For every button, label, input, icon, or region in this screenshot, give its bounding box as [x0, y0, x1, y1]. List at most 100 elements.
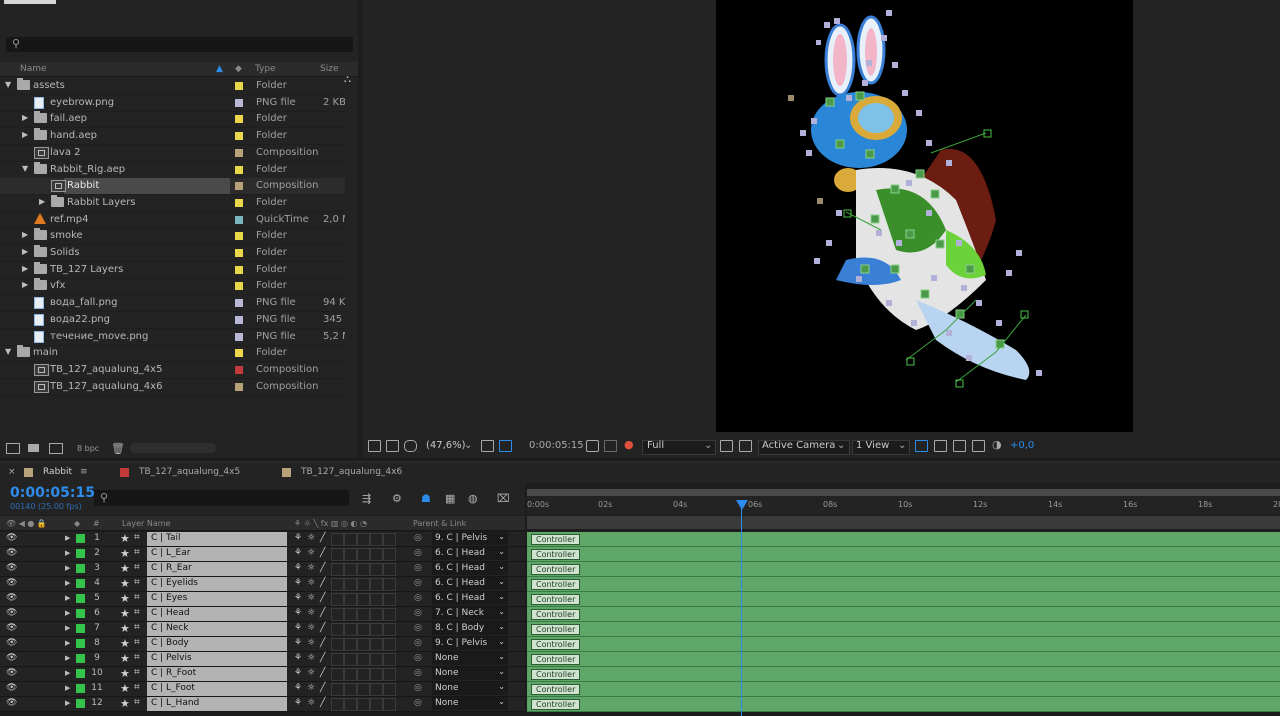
frame-blend-switch[interactable]	[344, 593, 357, 606]
pickwhip-icon[interactable]: ◎	[414, 578, 422, 588]
quality-switch-icon[interactable]: ╱	[320, 683, 325, 693]
motion-blur-switch[interactable]	[357, 533, 370, 546]
layer-row[interactable]: 👁 ▶ 5 ★ ⌗ C | Eyes ⚘ ☼ ╱ ◎ 6. C | Head ⌄	[0, 592, 525, 607]
3d-layer-switch[interactable]	[383, 683, 396, 696]
project-search-input[interactable]: ⚲	[6, 37, 353, 52]
shy-switch-icon[interactable]: ⚘	[294, 623, 302, 633]
layer-row[interactable]: 👁 ▶ 3 ★ ⌗ C | R_Ear ⚘ ☼ ╱ ◎ 6. C | Head ⌄	[0, 562, 525, 577]
label-swatch[interactable]	[76, 684, 85, 693]
label-swatch[interactable]	[76, 609, 85, 618]
label-swatch[interactable]	[235, 148, 243, 157]
timeline-link-icon[interactable]	[953, 440, 966, 452]
pickwhip-icon[interactable]: ◎	[414, 653, 422, 663]
frame-blend-switch[interactable]	[344, 698, 357, 711]
layer-duration-bar[interactable]: Controller	[527, 547, 1280, 562]
expand-right-icon[interactable]: ▶	[39, 197, 47, 206]
collapse-switch-icon[interactable]: ☼	[307, 668, 315, 678]
expand-right-icon[interactable]: ▶	[22, 264, 30, 273]
frame-blend-switch[interactable]	[344, 548, 357, 561]
quality-switch-icon[interactable]: ╱	[320, 548, 325, 558]
adjustment-switch[interactable]	[370, 593, 383, 606]
layer-duration-bar[interactable]: Controller	[527, 562, 1280, 577]
quality-switch-icon[interactable]: ╱	[320, 698, 325, 708]
layer-row[interactable]: 👁 ▶ 8 ★ ⌗ C | Body ⚘ ☼ ╱ ◎ 9. C | Pelvis ⌄	[0, 637, 525, 652]
collapse-switch-icon[interactable]: ☼	[307, 578, 315, 588]
label-swatch[interactable]	[76, 669, 85, 678]
expand-right-icon[interactable]: ▶	[65, 699, 70, 707]
3d-layer-switch[interactable]	[383, 638, 396, 651]
region-of-interest-icon[interactable]	[499, 440, 512, 452]
parent-select[interactable]: 7. C | Neck ⌄	[432, 607, 508, 620]
project-item[interactable]: ▶ smoke Folder	[0, 228, 345, 246]
expand-right-icon[interactable]: ▶	[22, 248, 30, 256]
layer-duration-bar[interactable]: Controller	[527, 667, 1280, 682]
frame-blend-switch[interactable]	[344, 608, 357, 621]
fx-switch[interactable]	[331, 563, 344, 576]
layer-duration-bar[interactable]: Controller	[527, 532, 1280, 547]
layer-name-field[interactable]: C | Tail	[147, 532, 287, 546]
current-time-indicator-handle[interactable]	[736, 500, 748, 510]
expand-right-icon[interactable]: ▶	[65, 534, 70, 542]
expand-right-icon[interactable]: ▶	[22, 281, 30, 289]
expand-right-icon[interactable]: ▶	[65, 579, 70, 587]
visibility-eye-icon[interactable]: 👁	[6, 624, 17, 633]
3d-layer-switch[interactable]	[383, 623, 396, 636]
project-item[interactable]: ▼ assets Folder	[0, 78, 345, 95]
motion-blur-switch[interactable]	[357, 608, 370, 621]
fx-switch[interactable]	[331, 698, 344, 711]
frame-blending-icon[interactable]: ▦	[445, 492, 455, 505]
project-item[interactable]: вода_fall.png PNG file 94 K	[0, 295, 345, 313]
parent-select[interactable]: 9. C | Pelvis ⌄	[432, 532, 508, 545]
shy-switch-icon[interactable]: ⚘	[294, 578, 302, 588]
frame-blend-switch[interactable]	[344, 563, 357, 576]
visibility-eye-icon[interactable]: 👁	[6, 684, 17, 693]
layer-name-field[interactable]: C | L_Foot	[147, 682, 287, 696]
3d-layer-switch[interactable]	[383, 698, 396, 711]
tab-rabbit[interactable]: Rabbit	[43, 467, 72, 477]
pickwhip-icon[interactable]: ◎	[414, 623, 422, 633]
layer-name-field[interactable]: C | Neck	[147, 622, 287, 636]
draft-3d-icon[interactable]: ⚙	[392, 492, 402, 505]
expand-right-icon[interactable]: ▶	[65, 564, 70, 572]
layer-search-input[interactable]: ⚲	[94, 490, 349, 506]
motion-blur-switch[interactable]	[357, 593, 370, 606]
column-layer-name[interactable]: Layer Name	[122, 519, 170, 528]
parent-select[interactable]: None ⌄	[432, 667, 508, 680]
label-swatch[interactable]	[235, 198, 243, 207]
project-item[interactable]: ▶ fail.aep Folder	[0, 111, 345, 129]
project-item[interactable]: TB_127_aqualung_4x5 Composition	[0, 362, 345, 379]
expand-right-icon[interactable]: ▶	[65, 684, 70, 692]
shy-switch-icon[interactable]: ⚘	[294, 533, 302, 543]
layer-duration-bar[interactable]: Controller	[527, 607, 1280, 622]
motion-blur-switch[interactable]	[357, 623, 370, 636]
show-snapshot-icon[interactable]	[604, 440, 617, 452]
3d-layer-switch[interactable]	[383, 578, 396, 591]
label-swatch[interactable]	[235, 382, 243, 391]
current-time-display[interactable]: 0:00:05:15	[10, 485, 95, 501]
comp-mini-flowchart-icon[interactable]: ⇶	[362, 492, 371, 505]
pickwhip-icon[interactable]: ◎	[414, 608, 422, 618]
label-swatch[interactable]	[235, 215, 243, 224]
visibility-eye-icon[interactable]: 👁	[6, 564, 17, 573]
shy-switch-icon[interactable]: ⚘	[294, 563, 302, 573]
adjustment-switch[interactable]	[370, 698, 383, 711]
fx-switch[interactable]	[331, 638, 344, 651]
visibility-eye-icon[interactable]: 👁	[6, 669, 17, 678]
visibility-eye-icon[interactable]: 👁	[6, 609, 17, 618]
quality-switch-icon[interactable]: ╱	[320, 668, 325, 678]
shy-switch-icon[interactable]: ⚘	[294, 653, 302, 663]
column-size[interactable]: Size	[320, 64, 338, 74]
label-swatch[interactable]	[235, 232, 243, 241]
flowchart-icon[interactable]	[972, 440, 985, 452]
collapse-switch-icon[interactable]: ☼	[307, 593, 315, 603]
collapse-switch-icon[interactable]: ☼	[307, 608, 315, 618]
visibility-eye-icon[interactable]: 👁	[6, 534, 17, 543]
quality-switch-icon[interactable]: ╱	[320, 533, 325, 543]
adjustment-switch[interactable]	[370, 623, 383, 636]
adjustment-switch[interactable]	[370, 578, 383, 591]
vr-glasses-icon[interactable]	[404, 440, 417, 452]
bit-depth-button[interactable]: 8 bpc	[77, 444, 99, 453]
layer-duration-bar[interactable]: Controller	[527, 682, 1280, 697]
interpret-footage-icon[interactable]	[6, 443, 20, 454]
monitor-icon[interactable]	[386, 440, 399, 452]
